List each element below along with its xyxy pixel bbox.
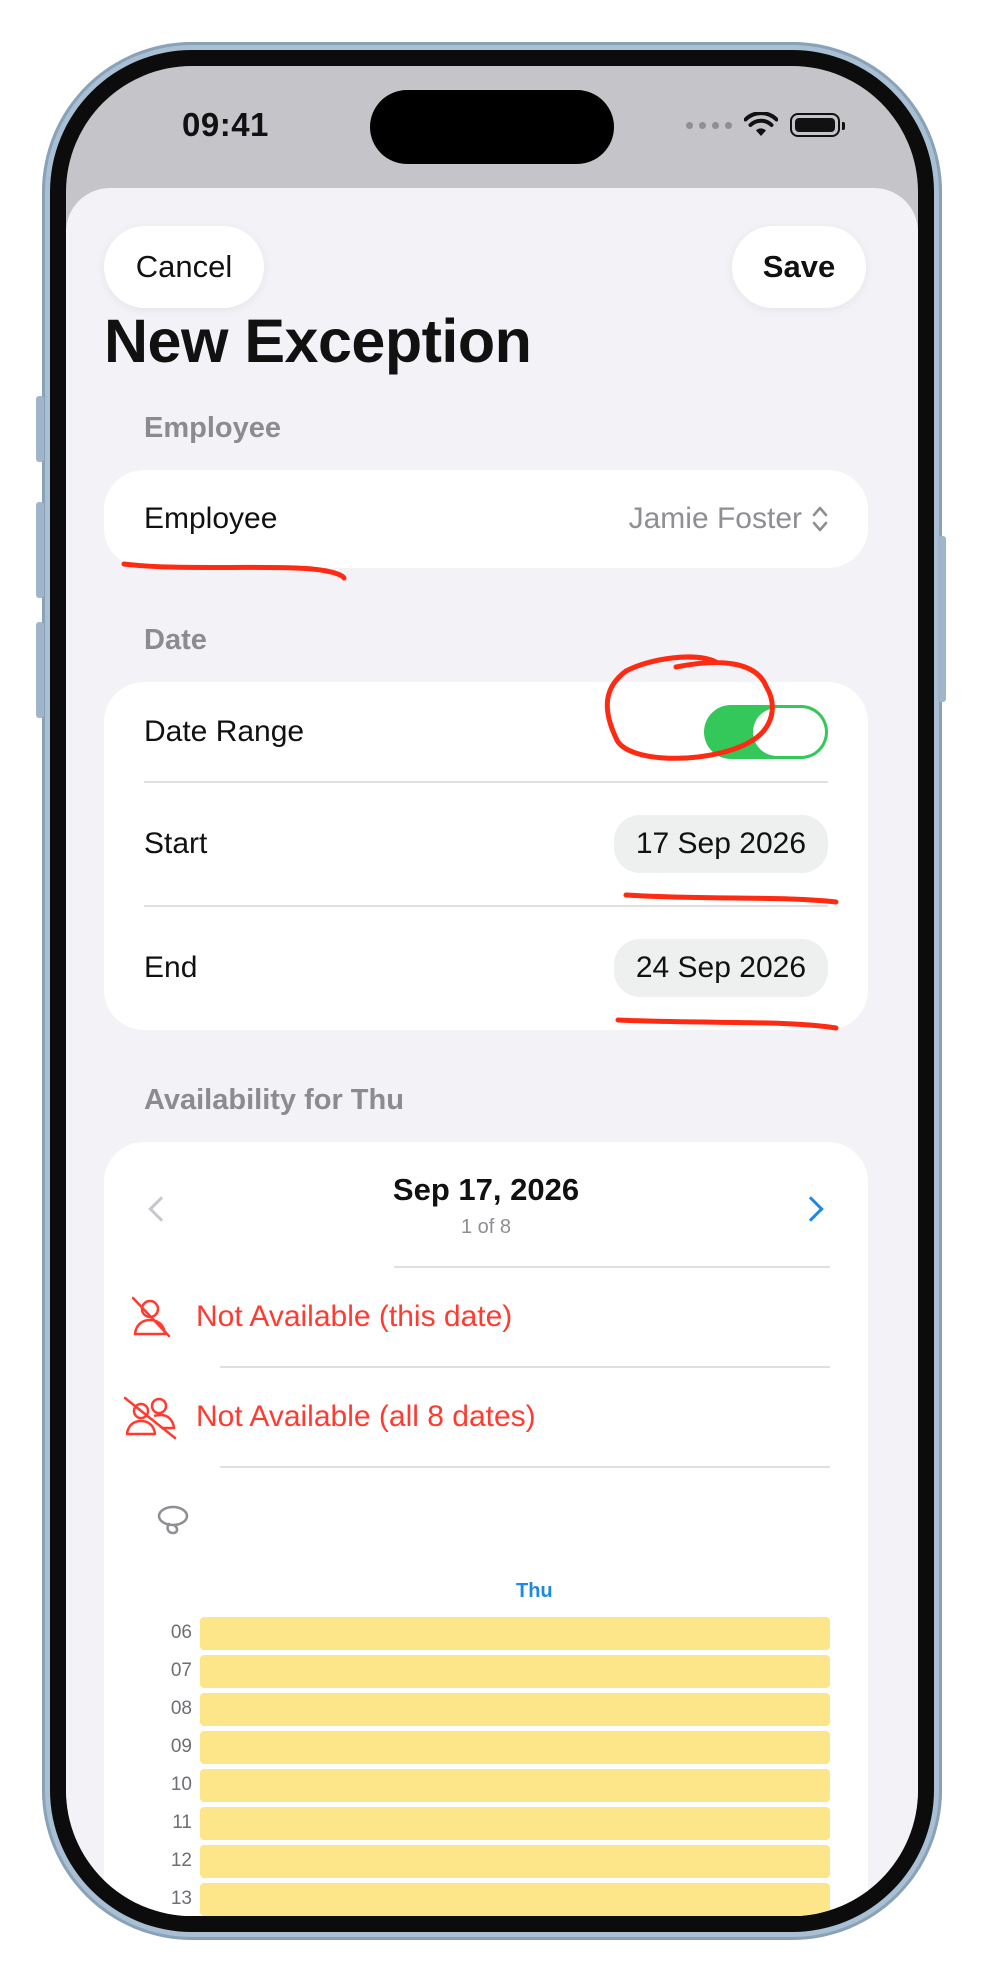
hour-row[interactable]: 08 — [134, 1692, 830, 1726]
start-label: Start — [144, 827, 208, 860]
status-indicators — [686, 112, 845, 138]
day-column-header: Thu — [516, 1580, 553, 1602]
date-section-header: Date — [144, 624, 207, 656]
not-available-this-date-row[interactable]: Not Available (this date) — [104, 1267, 868, 1367]
hour-label: 08 — [170, 1698, 192, 1719]
employee-picker-row[interactable]: Employee Jamie Foster — [144, 470, 828, 568]
availability-section-header: Availability for Thu — [144, 1084, 404, 1116]
hour-label: 06 — [170, 1622, 192, 1643]
new-exception-sheet: Cancel Save New Exception Employee Emplo… — [66, 188, 918, 1916]
hour-label: 11 — [172, 1812, 192, 1833]
availability-card: Sep 17, 2026 1 of 8 Not Available (this … — [104, 1142, 868, 1916]
hour-label: 12 — [170, 1850, 192, 1871]
cancel-button[interactable]: Cancel — [104, 226, 264, 308]
date-card: Date Range Start 17 Sep 2026 End 24 Sep … — [104, 682, 868, 1030]
not-available-all-dates-label: Not Available (all 8 dates) — [196, 1400, 536, 1433]
hour-availability-slot[interactable] — [200, 1730, 830, 1764]
screen: 09:41 Cancel Save New Exception Employee… — [66, 66, 918, 1916]
employee-row-label: Employee — [144, 502, 278, 535]
cellular-signal-icon — [686, 121, 732, 129]
date-range-toggle[interactable] — [704, 705, 828, 759]
not-available-all-dates-row[interactable]: Not Available (all 8 dates) — [104, 1367, 868, 1467]
end-date-picker[interactable]: 24 Sep 2026 — [613, 939, 828, 997]
date-navigator: Sep 17, 2026 1 of 8 — [104, 1168, 868, 1258]
hour-label: 07 — [170, 1660, 192, 1681]
employee-picker[interactable]: Jamie Foster — [629, 502, 828, 536]
end-label: End — [144, 951, 198, 984]
date-position-indicator: 1 of 8 — [460, 1216, 512, 1238]
end-date-row: End 24 Sep 2026 — [144, 906, 828, 1030]
not-available-this-date-label: Not Available (this date) — [196, 1300, 513, 1333]
hour-availability-slot[interactable] — [200, 1692, 830, 1726]
hour-label: 09 — [170, 1736, 192, 1757]
volume-down-button — [36, 622, 44, 718]
hour-availability-slot[interactable] — [200, 1806, 830, 1840]
action-button — [36, 396, 44, 462]
chevron-up-down-icon — [812, 506, 828, 532]
hour-label: 10 — [170, 1774, 192, 1795]
employee-section-header: Employee — [144, 412, 281, 444]
employee-selected-value: Jamie Foster — [628, 502, 802, 535]
employee-card: Employee Jamie Foster — [104, 470, 868, 568]
hour-row[interactable]: 13 — [134, 1882, 830, 1916]
start-date-row: Start 17 Sep 2026 — [144, 782, 828, 906]
date-range-label: Date Range — [144, 715, 305, 748]
hour-row[interactable]: 12 — [134, 1844, 830, 1878]
hour-label: 13 — [170, 1888, 192, 1909]
power-button — [938, 536, 946, 702]
person-slash-icon — [104, 1294, 196, 1340]
battery-icon — [790, 113, 845, 137]
hour-availability-slot[interactable] — [200, 1882, 830, 1916]
people-slash-icon — [104, 1394, 196, 1440]
start-date-picker[interactable]: 17 Sep 2026 — [613, 815, 828, 873]
hour-availability-slot[interactable] — [200, 1844, 830, 1878]
volume-up-button — [36, 502, 44, 598]
hour-row[interactable]: 09 — [134, 1730, 830, 1764]
toggle-knob — [753, 708, 825, 756]
page-title: New Exception — [104, 307, 532, 375]
current-date-title: Sep 17, 2026 — [392, 1172, 580, 1207]
hour-availability-slot[interactable] — [200, 1654, 830, 1688]
date-range-row: Date Range — [144, 682, 828, 782]
status-time: 09:41 — [182, 106, 269, 143]
hour-row[interactable]: 10 — [134, 1768, 830, 1802]
save-button[interactable]: Save — [732, 226, 866, 308]
dynamic-island — [370, 90, 614, 164]
divider — [220, 1466, 830, 1468]
hour-availability-slot[interactable] — [200, 1768, 830, 1802]
hour-availability-slot[interactable] — [200, 1616, 830, 1650]
hour-row[interactable]: 11 — [134, 1806, 830, 1840]
hour-row[interactable]: 06 — [134, 1616, 830, 1650]
hour-row[interactable]: 07 — [134, 1654, 830, 1688]
wifi-icon — [744, 112, 778, 136]
lasso-icon[interactable] — [154, 1502, 192, 1543]
